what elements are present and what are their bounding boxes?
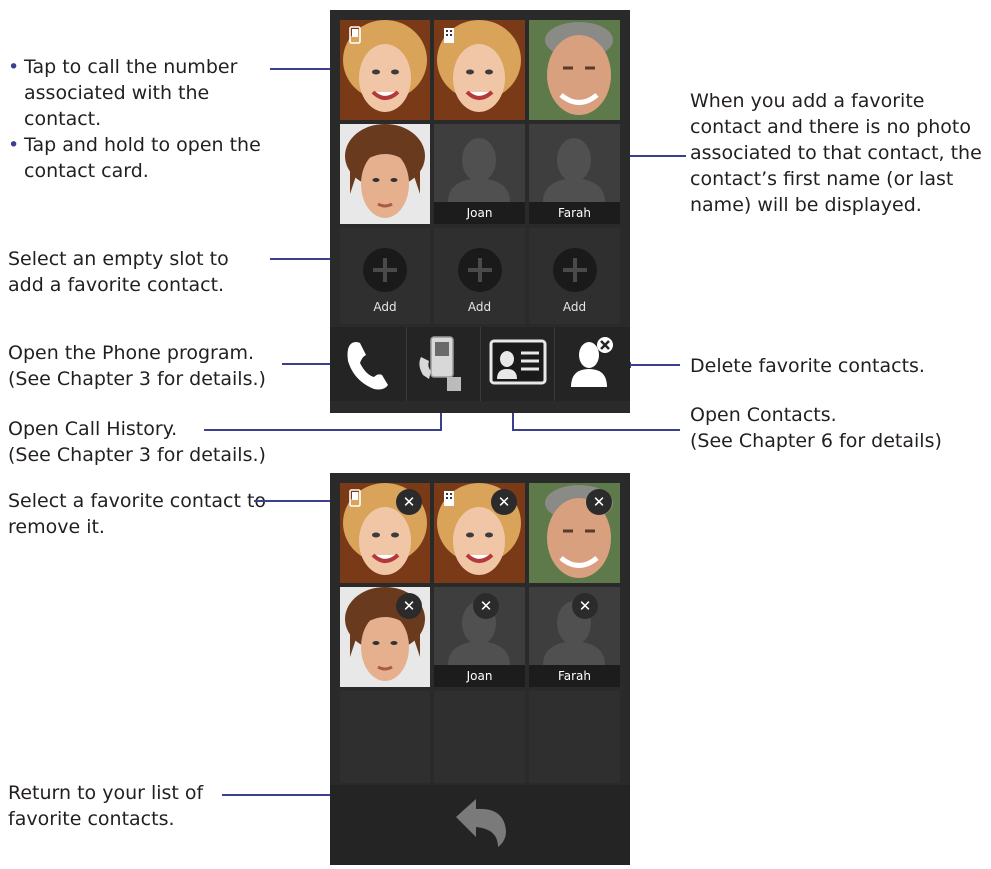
add-favorite-slot-3[interactable]: Add bbox=[529, 228, 620, 324]
contacts-button[interactable] bbox=[481, 327, 555, 401]
contact-name-label: Farah bbox=[529, 202, 620, 224]
callout-delete: Delete favorite contacts. bbox=[690, 355, 925, 377]
bottom-toolbar bbox=[330, 327, 630, 401]
remove-favorite-contact-1[interactable]: ✕ bbox=[340, 483, 430, 583]
person-silhouette-icon bbox=[529, 124, 620, 202]
favorites-screen: Joan Farah Add Add Add bbox=[330, 10, 630, 413]
remove-x-icon[interactable]: ✕ bbox=[396, 593, 422, 619]
delete-favorites-button[interactable] bbox=[555, 327, 630, 401]
contact-photo bbox=[529, 20, 620, 120]
contact-name-label: Joan bbox=[434, 665, 525, 687]
callout-tap-hold: Tap and hold to open the contact card. bbox=[8, 132, 268, 184]
callout-remove: Select a favorite contact to remove it. bbox=[8, 490, 267, 538]
callout-empty-slot: Select an empty slot to add a favorite c… bbox=[8, 248, 229, 296]
empty-slot bbox=[340, 691, 430, 783]
phone-handset-icon bbox=[347, 342, 388, 390]
plus-icon bbox=[363, 248, 407, 292]
plus-icon bbox=[552, 248, 597, 292]
work-building-icon bbox=[442, 26, 456, 44]
plus-icon bbox=[457, 248, 502, 292]
phone-button[interactable] bbox=[330, 327, 407, 401]
favorite-contact-joan[interactable]: Joan bbox=[434, 124, 525, 224]
callout-contacts-line1: Open Contacts. bbox=[690, 404, 837, 426]
callout-open-contacts: Open Contacts. (See Chapter 6 for detail… bbox=[690, 402, 990, 454]
callout-history-line2: (See Chapter 3 for details.) bbox=[8, 444, 266, 466]
empty-slot bbox=[529, 691, 620, 783]
empty-slot bbox=[434, 691, 525, 783]
back-arrow-icon bbox=[456, 799, 506, 847]
remove-x-icon[interactable]: ✕ bbox=[473, 593, 499, 619]
add-favorite-slot-2[interactable]: Add bbox=[434, 228, 525, 324]
remove-favorite-farah[interactable]: Farah ✕ bbox=[529, 587, 620, 687]
favorite-contact-2[interactable] bbox=[434, 20, 525, 120]
callout-return: Return to your list of favorite contacts… bbox=[8, 782, 204, 830]
remove-x-icon[interactable]: ✕ bbox=[491, 489, 517, 515]
callout-no-photo: When you add a favorite contact and ther… bbox=[690, 90, 982, 216]
return-button[interactable] bbox=[330, 785, 630, 865]
person-silhouette-icon bbox=[434, 124, 525, 202]
remove-favorites-screen: ✕ ✕ ✕ ✕ Joan ✕ Farah ✕ bbox=[330, 473, 630, 865]
return-toolbar bbox=[330, 785, 630, 865]
call-history-icon bbox=[419, 336, 461, 391]
contact-name-label: Joan bbox=[434, 202, 525, 224]
remove-favorite-contact-2[interactable]: ✕ bbox=[434, 483, 525, 583]
callout-phone-program: Open the Phone program. (See Chapter 3 f… bbox=[8, 340, 298, 392]
favorite-contact-4[interactable] bbox=[340, 124, 430, 224]
add-label: Add bbox=[467, 300, 492, 314]
callout-tap-actions: Tap to call the number associated with t… bbox=[8, 54, 268, 184]
callout-phone-line2: (See Chapter 3 for details.) bbox=[8, 368, 266, 390]
remove-x-icon[interactable]: ✕ bbox=[586, 489, 612, 515]
remove-favorite-joan[interactable]: Joan ✕ bbox=[434, 587, 525, 687]
add-label: Add bbox=[373, 300, 397, 314]
callout-phone-line1: Open the Phone program. bbox=[8, 342, 255, 364]
callout-contacts-line2: (See Chapter 6 for details) bbox=[690, 430, 942, 452]
call-history-button[interactable] bbox=[407, 327, 481, 401]
remove-x-icon[interactable]: ✕ bbox=[396, 489, 422, 515]
add-favorite-slot-1[interactable]: Add bbox=[340, 228, 430, 324]
add-label: Add bbox=[562, 300, 587, 314]
work-building-icon bbox=[442, 489, 456, 507]
remove-x-icon[interactable]: ✕ bbox=[572, 593, 598, 619]
remove-favorite-contact-3[interactable]: ✕ bbox=[529, 483, 620, 583]
remove-favorite-contact-4[interactable]: ✕ bbox=[340, 587, 430, 687]
favorite-contact-farah[interactable]: Farah bbox=[529, 124, 620, 224]
favorite-contact-3[interactable] bbox=[529, 20, 620, 120]
mobile-phone-icon bbox=[348, 489, 362, 507]
delete-contact-icon bbox=[571, 337, 613, 387]
contact-card-icon bbox=[489, 339, 547, 385]
leader-line bbox=[630, 364, 680, 366]
leader-line bbox=[512, 429, 680, 431]
leader-line bbox=[204, 429, 442, 431]
callout-call-history: Open Call History. (See Chapter 3 for de… bbox=[8, 416, 298, 468]
favorite-contact-1[interactable] bbox=[340, 20, 430, 120]
contact-name-label: Farah bbox=[529, 665, 620, 687]
callout-tap-call: Tap to call the number associated with t… bbox=[8, 54, 268, 132]
contact-photo bbox=[340, 124, 430, 224]
mobile-phone-icon bbox=[348, 26, 362, 44]
